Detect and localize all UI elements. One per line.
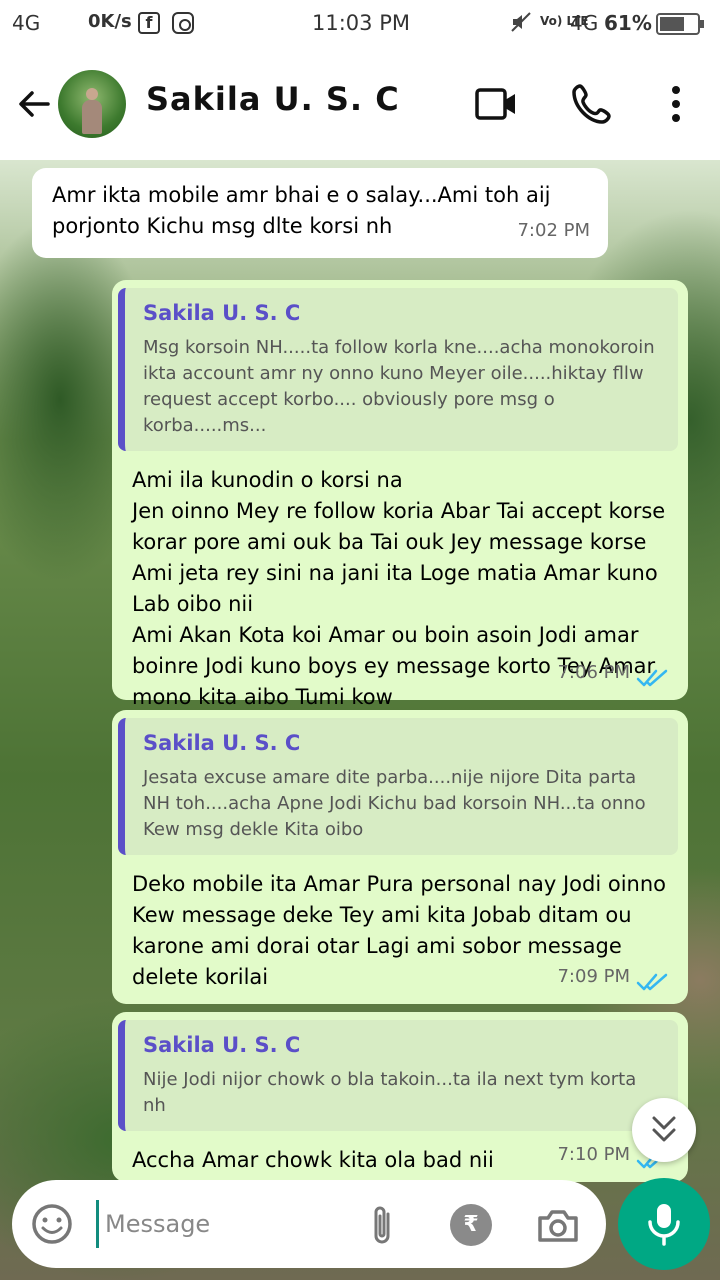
back-button[interactable]: [14, 84, 54, 124]
double-chevron-down-icon: [652, 1116, 676, 1142]
read-ticks-icon: [636, 669, 668, 687]
quoted-message[interactable]: Sakila U. S. C Msg korsoin NH.....ta fol…: [118, 288, 678, 451]
read-ticks-icon: [636, 973, 668, 991]
chat-header: Sakila U. S. C: [0, 48, 720, 160]
quote-author: Sakila U. S. C: [143, 1033, 301, 1057]
message-time: 7:06 PM: [557, 662, 630, 683]
more-options-button[interactable]: [664, 84, 688, 124]
attach-button[interactable]: [366, 1204, 398, 1248]
avatar[interactable]: [58, 70, 126, 138]
message-composer: ₹: [12, 1180, 606, 1268]
status-bar: 4G 0K/s f 11:03 PM Vo) LTE 4G 61%: [0, 0, 720, 48]
message-input[interactable]: [96, 1200, 346, 1248]
contact-name[interactable]: Sakila U. S. C: [146, 80, 400, 118]
facebook-icon: f: [138, 12, 160, 34]
scroll-to-bottom-button[interactable]: [632, 1098, 696, 1162]
quote-author: Sakila U. S. C: [143, 301, 301, 325]
message-time: 7:09 PM: [557, 966, 630, 987]
quote-text: Jesata excuse amare dite parba....nije n…: [143, 767, 646, 840]
message-time: 7:02 PM: [517, 220, 590, 241]
message-bubble-outgoing[interactable]: Sakila U. S. C Jesata excuse amare dite …: [112, 710, 688, 1004]
battery-percent: 61%: [604, 11, 652, 35]
emoji-icon: [32, 1204, 72, 1244]
quote-text: Nije Jodi nijor chowk o bla takoin...ta …: [143, 1069, 637, 1116]
battery-icon: [656, 13, 704, 35]
message-bubble-incoming[interactable]: Amr ikta mobile amr bhai e o salay...Ami…: [32, 168, 608, 258]
camera-button[interactable]: [536, 1206, 580, 1246]
quoted-message[interactable]: Sakila U. S. C Jesata excuse amare dite …: [118, 718, 678, 855]
message-text: Amr ikta mobile amr bhai e o salay...Ami…: [52, 183, 551, 238]
video-call-button[interactable]: [474, 84, 518, 124]
payment-button[interactable]: ₹: [450, 1204, 492, 1246]
quote-author: Sakila U. S. C: [143, 731, 301, 755]
signal-indicator: 4G: [12, 11, 41, 35]
mute-icon: [510, 11, 532, 38]
voice-call-button[interactable]: [570, 82, 614, 126]
quoted-message[interactable]: Sakila U. S. C Nije Jodi nijor chowk o b…: [118, 1020, 678, 1131]
instagram-icon: [172, 12, 194, 34]
camera-icon: [538, 1210, 578, 1242]
network-type: 4G: [570, 11, 599, 35]
paperclip-icon: [374, 1206, 390, 1244]
emoji-button[interactable]: [30, 1202, 74, 1246]
message-bubble-outgoing[interactable]: Sakila U. S. C Msg korsoin NH.....ta fol…: [112, 280, 688, 709]
quote-text: Msg korsoin NH.....ta follow korla kne..…: [143, 337, 655, 436]
network-speed: 0K/s: [88, 11, 132, 32]
microphone-icon: [648, 1204, 680, 1246]
chat-messages-area[interactable]: Amr ikta mobile amr bhai e o salay...Ami…: [0, 160, 720, 1280]
message-bubble-outgoing[interactable]: Sakila U. S. C Nije Jodi nijor chowk o b…: [112, 1012, 688, 1182]
clock: 11:03 PM: [312, 11, 410, 35]
message-time: 7:10 PM: [557, 1144, 630, 1165]
voice-message-button[interactable]: [618, 1178, 710, 1270]
